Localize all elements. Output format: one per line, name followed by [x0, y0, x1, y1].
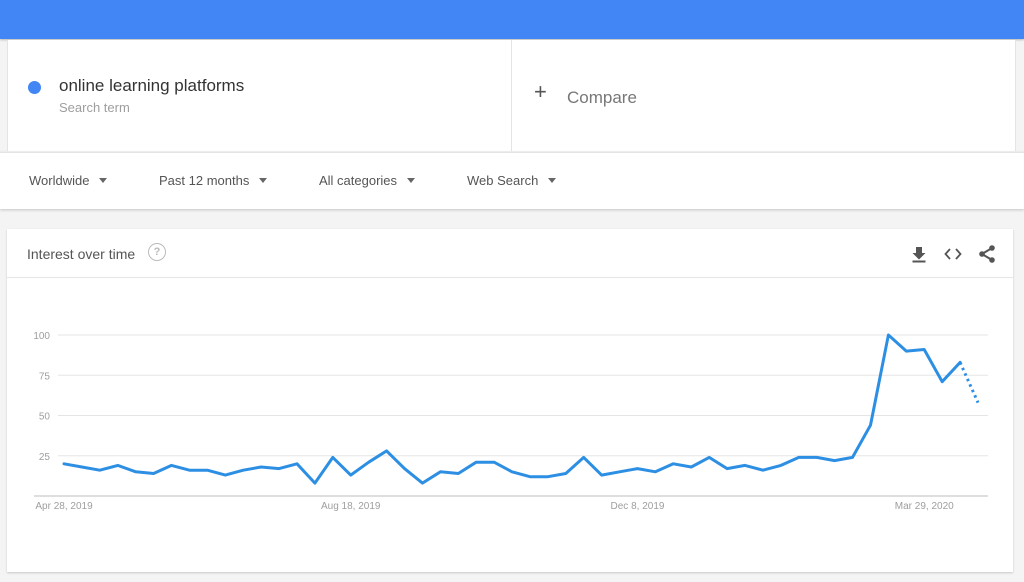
x-tick-label: Apr 28, 2019 — [35, 501, 93, 512]
data-point — [311, 479, 319, 487]
data-point — [598, 471, 606, 479]
series-line-partial — [958, 361, 980, 404]
term-color-dot — [28, 81, 41, 94]
help-circle-icon[interactable]: ? — [148, 243, 166, 261]
data-point — [849, 453, 857, 461]
filter-time-dropdown[interactable]: Past 12 months — [159, 173, 268, 188]
x-tick-label: Aug 18, 2019 — [321, 501, 381, 512]
data-point — [150, 469, 158, 477]
data-point — [132, 468, 140, 476]
data-point — [275, 465, 283, 473]
caret-down-icon — [99, 178, 108, 183]
data-point — [78, 463, 86, 471]
data-point — [96, 466, 104, 474]
card-header: Interest over time ? — [7, 229, 1013, 278]
data-point — [383, 447, 391, 455]
data-point — [938, 378, 946, 386]
interest-over-time-card: Interest over time ? 25 50 75 100 Apr 28… — [7, 229, 1013, 572]
data-point — [813, 453, 821, 461]
data-point — [669, 460, 677, 468]
data-point — [508, 468, 516, 476]
filter-category-dropdown[interactable]: All categories — [319, 173, 416, 188]
data-point — [651, 468, 659, 476]
data-point — [580, 453, 588, 461]
y-tick-label: 75 — [39, 371, 51, 382]
search-term-card[interactable]: online learning platforms Search term — [8, 40, 512, 151]
data-point — [221, 471, 229, 479]
top-app-bar — [0, 0, 1024, 39]
data-point — [60, 460, 68, 468]
data-point — [902, 347, 910, 355]
data-point — [777, 461, 785, 469]
chart-y-tick-labels: 25 50 75 100 — [33, 331, 50, 463]
data-point — [185, 466, 193, 474]
data-point — [884, 331, 892, 339]
filter-region-label: Worldwide — [29, 173, 90, 188]
compare-button[interactable]: + Compare — [512, 40, 1015, 151]
y-tick-label: 100 — [33, 331, 50, 342]
search-term-sublabel: Search term — [59, 100, 130, 115]
compare-label: Compare — [567, 88, 637, 107]
filter-search-type-label: Web Search — [467, 173, 539, 188]
data-point — [168, 461, 176, 469]
data-point — [526, 473, 534, 481]
x-tick-label: Mar 29, 2020 — [895, 501, 954, 512]
data-point — [472, 458, 480, 466]
data-point — [866, 421, 874, 429]
data-point — [687, 463, 695, 471]
data-point — [920, 345, 928, 353]
data-point — [633, 465, 641, 473]
caret-down-icon — [548, 178, 557, 183]
data-point — [203, 466, 211, 474]
data-point — [239, 466, 247, 474]
data-point — [616, 468, 624, 476]
data-point — [347, 471, 355, 479]
data-point — [831, 457, 839, 465]
data-point — [293, 460, 301, 468]
data-point — [741, 461, 749, 469]
y-tick-label: 50 — [39, 412, 51, 423]
filter-bar: Worldwide Past 12 months All categories … — [0, 152, 1024, 209]
filter-region-dropdown[interactable]: Worldwide — [29, 173, 108, 188]
caret-down-icon — [259, 178, 268, 183]
data-point — [795, 453, 803, 461]
y-tick-label: 25 — [39, 452, 51, 463]
data-point — [329, 453, 337, 461]
chart-series — [60, 331, 982, 487]
data-point — [418, 479, 426, 487]
data-point — [974, 399, 982, 407]
data-point — [401, 465, 409, 473]
data-point — [490, 458, 498, 466]
caret-down-icon — [407, 178, 416, 183]
filter-time-label: Past 12 months — [159, 173, 250, 188]
data-point — [365, 458, 373, 466]
filter-category-label: All categories — [319, 173, 398, 188]
x-tick-label: Dec 8, 2019 — [611, 501, 665, 512]
data-point — [956, 358, 964, 366]
search-terms-bar: online learning platforms Search term + … — [7, 40, 1016, 151]
download-icon[interactable] — [909, 244, 929, 264]
data-point — [723, 465, 731, 473]
search-term-name[interactable]: online learning platforms — [59, 76, 244, 96]
embed-code-icon[interactable] — [943, 244, 963, 264]
data-point — [562, 469, 570, 477]
data-point — [257, 463, 265, 471]
data-point — [705, 453, 713, 461]
chart-x-tick-labels: Apr 28, 2019 Aug 18, 2019 Dec 8, 2019 Mar 2… — [35, 501, 954, 512]
data-point — [759, 466, 767, 474]
series-line — [62, 333, 962, 485]
share-icon[interactable] — [977, 244, 997, 264]
data-point — [114, 461, 122, 469]
interest-line-chart[interactable]: 25 50 75 100 Apr 28, 2019 Aug 18, 2019 Dec 8,… — [7, 278, 1013, 572]
filter-search-type-dropdown[interactable]: Web Search — [467, 173, 557, 188]
data-point — [544, 473, 552, 481]
plus-icon: + — [534, 79, 547, 104]
data-point — [454, 469, 462, 477]
data-point — [436, 468, 444, 476]
card-title: Interest over time — [27, 246, 136, 262]
